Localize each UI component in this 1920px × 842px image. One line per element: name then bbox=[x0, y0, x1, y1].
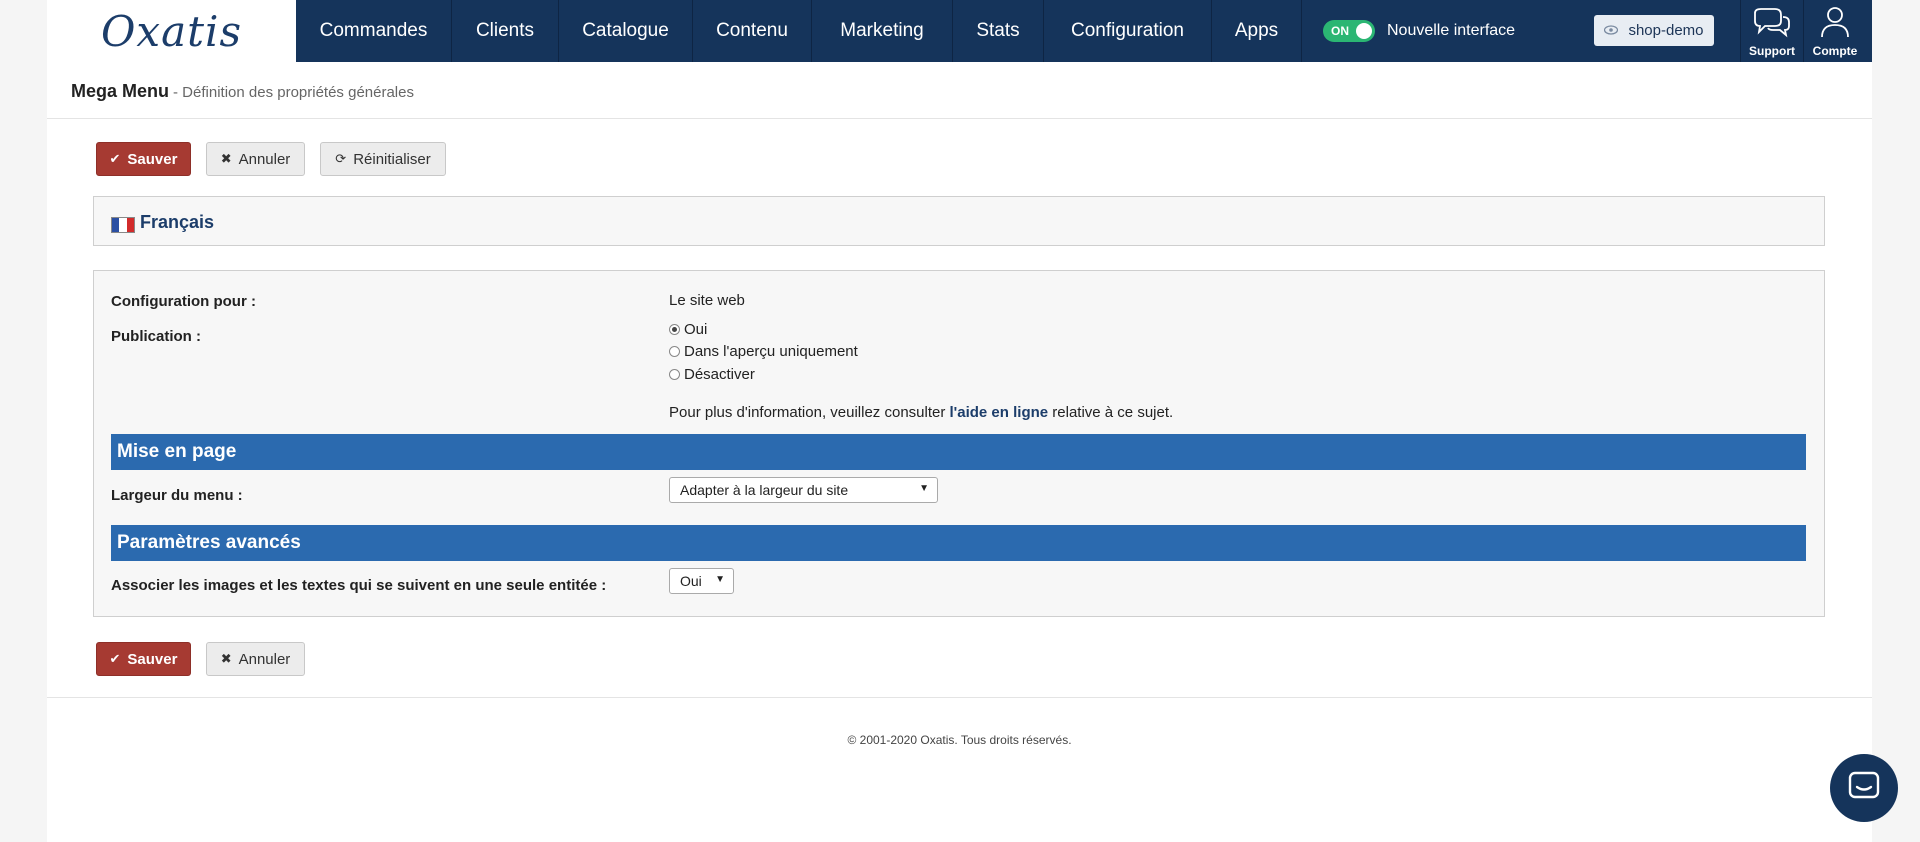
chat-widget-button[interactable] bbox=[1830, 754, 1898, 822]
chevron-down-icon: ▼ bbox=[919, 483, 929, 494]
chat-bubbles-icon bbox=[1751, 7, 1793, 44]
online-help-link[interactable]: l'aide en ligne bbox=[950, 404, 1049, 421]
check-icon: ✔ bbox=[109, 151, 121, 166]
save-button-bottom[interactable]: ✔ Sauver bbox=[96, 642, 191, 676]
help-suffix: relative à ce sujet. bbox=[1048, 404, 1174, 421]
settings-form: Configuration pour : Le site web Publica… bbox=[93, 270, 1825, 617]
new-interface-label: Nouvelle interface bbox=[1387, 22, 1516, 39]
user-icon bbox=[1819, 5, 1851, 44]
logo-text: Oxatis bbox=[100, 6, 243, 56]
nav-contenu[interactable]: Contenu bbox=[693, 0, 812, 62]
page-subtitle: - Définition des propriétés générales bbox=[173, 84, 414, 101]
chevron-down-icon: ▼ bbox=[715, 574, 725, 585]
nav-configuration[interactable]: Configuration bbox=[1044, 0, 1212, 62]
reset-button[interactable]: ⟳ Réinitialiser bbox=[320, 142, 446, 176]
new-interface-toggle-group: ON Nouvelle interface bbox=[1323, 0, 1515, 62]
eye-icon bbox=[1604, 23, 1619, 38]
section-advanced: Paramètres avancés bbox=[111, 525, 1806, 561]
cancel-button-top[interactable]: ✖ Annuler bbox=[206, 142, 305, 176]
account-button[interactable]: Compte bbox=[1803, 0, 1866, 62]
page-header: Mega Menu - Définition des propriétés gén… bbox=[47, 62, 1872, 119]
associate-label: Associer les images et les textes qui se… bbox=[111, 577, 607, 594]
cancel-button-bottom[interactable]: ✖ Annuler bbox=[206, 642, 305, 676]
config-value: Le site web bbox=[669, 292, 745, 309]
shop-demo-button[interactable]: shop-demo bbox=[1594, 15, 1714, 46]
help-prefix: Pour plus d'information, veuillez consul… bbox=[669, 404, 950, 421]
page-title-text: Mega Menu bbox=[71, 81, 170, 101]
publication-label: Publication : bbox=[111, 328, 201, 345]
associate-value: Oui bbox=[680, 573, 702, 589]
chat-icon bbox=[1848, 771, 1880, 806]
menu-width-value: Adapter à la largeur du site bbox=[680, 482, 849, 498]
radio-button[interactable] bbox=[669, 346, 680, 357]
associate-select[interactable]: Oui ▼ bbox=[669, 568, 734, 594]
radio-label: Désactiver bbox=[684, 366, 755, 383]
radio-button[interactable] bbox=[669, 324, 680, 335]
publication-option-disable[interactable]: Désactiver bbox=[669, 366, 755, 383]
x-icon: ✖ bbox=[220, 651, 232, 666]
check-icon: ✔ bbox=[109, 651, 121, 666]
config-label: Configuration pour : bbox=[111, 293, 256, 310]
new-interface-toggle[interactable]: ON bbox=[1323, 20, 1375, 42]
page: Oxatis Commandes Clients Catalogue Conte… bbox=[47, 0, 1872, 842]
shop-demo-label: shop-demo bbox=[1628, 22, 1704, 39]
language-label: Français bbox=[140, 212, 215, 232]
save-button-top[interactable]: ✔ Sauver bbox=[96, 142, 191, 176]
x-icon: ✖ bbox=[220, 151, 232, 166]
toggle-knob bbox=[1356, 23, 1372, 39]
nav-clients[interactable]: Clients bbox=[452, 0, 559, 62]
account-label: Compte bbox=[1812, 44, 1858, 58]
support-button[interactable]: Support bbox=[1740, 0, 1803, 62]
radio-label: Oui bbox=[684, 321, 708, 338]
menu-width-label: Largeur du menu : bbox=[111, 487, 243, 504]
language-panel: Français bbox=[93, 196, 1825, 246]
save-label: Sauver bbox=[127, 650, 178, 668]
page-title: Mega Menu - Définition des propriétés gén… bbox=[71, 81, 414, 102]
reset-label: Réinitialiser bbox=[353, 150, 431, 168]
refresh-icon: ⟳ bbox=[335, 151, 347, 166]
save-label: Sauver bbox=[127, 150, 178, 168]
cancel-label: Annuler bbox=[238, 150, 291, 168]
logo[interactable]: Oxatis bbox=[47, 0, 296, 62]
radio-button[interactable] bbox=[669, 369, 680, 380]
section-layout: Mise en page bbox=[111, 434, 1806, 470]
footer-divider bbox=[47, 697, 1872, 698]
support-label: Support bbox=[1749, 44, 1795, 58]
publication-option-preview[interactable]: Dans l'aperçu uniquement bbox=[669, 343, 858, 360]
radio-label: Dans l'aperçu uniquement bbox=[684, 343, 858, 360]
main-nav: Commandes Clients Catalogue Contenu Mark… bbox=[296, 0, 1302, 62]
top-navigation: Oxatis Commandes Clients Catalogue Conte… bbox=[47, 0, 1872, 62]
menu-width-select[interactable]: Adapter à la largeur du site ▼ bbox=[669, 477, 938, 503]
cancel-label: Annuler bbox=[238, 650, 291, 668]
nav-commandes[interactable]: Commandes bbox=[296, 0, 452, 62]
help-text: Pour plus d'information, veuillez consul… bbox=[669, 404, 1173, 421]
nav-marketing[interactable]: Marketing bbox=[812, 0, 953, 62]
publication-option-oui[interactable]: Oui bbox=[669, 321, 707, 338]
toggle-state: ON bbox=[1331, 24, 1349, 38]
french-flag-icon bbox=[111, 217, 135, 233]
nav-apps[interactable]: Apps bbox=[1212, 0, 1302, 62]
copyright: © 2001-2020 Oxatis. Tous droits réservés… bbox=[847, 733, 1072, 747]
nav-stats[interactable]: Stats bbox=[953, 0, 1044, 62]
nav-catalogue[interactable]: Catalogue bbox=[559, 0, 693, 62]
